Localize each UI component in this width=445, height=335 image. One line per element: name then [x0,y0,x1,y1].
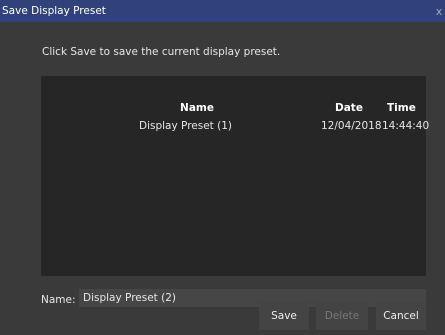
name-input[interactable] [79,289,426,307]
instruction-text: Click Save to save the current display p… [42,46,281,58]
table-cell-date[interactable]: 12/04/2018 [321,120,382,132]
table-cell-time[interactable]: 14:44:40 [382,120,429,132]
save-preset-dialog: Click Save to save the current display p… [0,22,445,335]
presets-table[interactable]: Name Date Time Display Preset (1) 12/04/… [41,76,429,276]
title-bar: Save Display Preset x [0,0,445,22]
name-label: Name: [41,294,76,306]
table-cell-name[interactable]: Display Preset (1) [139,120,232,132]
column-header-date[interactable]: Date [335,102,363,114]
save-button[interactable]: Save [259,302,309,330]
window-title: Save Display Preset [2,5,106,17]
close-icon[interactable]: x [433,0,445,22]
delete-button[interactable]: Delete [316,302,368,330]
cancel-button[interactable]: Cancel [376,302,426,330]
column-header-name[interactable]: Name [177,102,217,114]
column-header-time[interactable]: Time [387,102,416,114]
